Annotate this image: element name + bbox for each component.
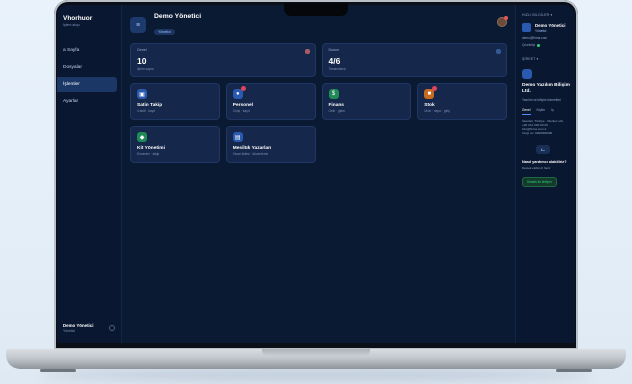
- people-icon: ●: [232, 86, 246, 99]
- stat-card[interactable]: Genel 10 İşlem sayısı: [130, 43, 316, 77]
- camera-notch: [284, 3, 348, 16]
- page-title: Demo Yönetici: [154, 12, 202, 20]
- stat-indicator-icon: [496, 49, 501, 54]
- online-status-icon: [537, 43, 541, 47]
- stat-value: 4/6: [328, 56, 341, 66]
- alert-badge: [432, 86, 438, 91]
- card-title: Personel: [232, 103, 254, 108]
- avatar: [522, 23, 531, 32]
- module-card-finans[interactable]: $ Finans Gelir · gider: [321, 83, 412, 120]
- card-sub: 3 kişi · kayıt: [232, 109, 250, 113]
- stat-label: Genel: [137, 48, 147, 52]
- email-text: demo@firma.com: [522, 36, 548, 40]
- laptop-foot: [40, 369, 76, 372]
- money-icon: $: [328, 89, 339, 99]
- laptop-shadow: [40, 370, 592, 380]
- laptop-foot: [556, 369, 592, 372]
- card-title: Mesilük Yazarları: [232, 146, 272, 151]
- card-sub: Yazar listesi · düzenleme: [232, 152, 269, 156]
- section-title[interactable]: HIZLI BİLGİLER ▾: [522, 13, 575, 17]
- alert-badge: [240, 86, 246, 91]
- user-role: Yönetici: [63, 329, 76, 333]
- sidebar: Vhorhuor İşlem akışı a Sayfa Dosyalar İş…: [57, 5, 122, 343]
- profile-status: Çevrimiçi: [522, 43, 575, 47]
- company-icon: [522, 69, 532, 79]
- stat-sub: İşlem sayısı: [137, 67, 154, 71]
- brand-name: Vhorhuor: [63, 15, 93, 22]
- notification-dot: [504, 16, 508, 20]
- sidebar-item-settings[interactable]: Ayarlar: [57, 94, 117, 109]
- app-screen: Vhorhuor İşlem akışı a Sayfa Dosyalar İş…: [57, 5, 575, 343]
- stat-value: 10: [137, 56, 147, 66]
- stats-row: Genel 10 İşlem sayısı Durum 4/6 Tamamlan…: [130, 43, 507, 77]
- module-card-stok[interactable]: ■ Stok Ürün · depo · giriş: [417, 83, 507, 120]
- profile-name: Demo Yönetici: [535, 23, 566, 28]
- book-icon: ▤: [232, 132, 243, 142]
- sidebar-nav: a Sayfa Dosyalar İşlemler Ayarlar: [57, 41, 121, 111]
- collapse-icon[interactable]: [109, 325, 115, 331]
- card-sub: Gelir · gider: [328, 109, 346, 113]
- card-title: Kit Yönetimi: [137, 146, 165, 151]
- menu-icon[interactable]: ≡: [130, 17, 146, 33]
- laptop-lip: [262, 349, 370, 356]
- profile-tag: Yönetici: [535, 29, 547, 33]
- tab-contacts[interactable]: Kişiler: [537, 108, 546, 115]
- brand-sub: İşlem akışı: [63, 23, 80, 27]
- card-title: Stok: [424, 103, 435, 108]
- card-sub: 4 aktif · kayıt: [137, 109, 156, 113]
- sidebar-item-home[interactable]: a Sayfa: [57, 43, 117, 58]
- brand: Vhorhuor İşlem akışı: [57, 5, 121, 27]
- sidebar-item-files[interactable]: Dosyalar: [57, 60, 117, 75]
- sidebar-user[interactable]: Demo Yönetici Yönetici: [57, 323, 121, 343]
- support-button[interactable]: Destek ile iletişim: [522, 177, 557, 187]
- tab-work[interactable]: İş: [551, 108, 553, 115]
- sidebar-item-processes[interactable]: İşlemler: [57, 77, 117, 92]
- role-badge: Yönetici: [154, 28, 175, 35]
- stat-label: Durum: [328, 48, 340, 52]
- help-sub: Destek ekibimiz hazır: [522, 166, 551, 170]
- stat-sub: Tamamlandı: [328, 67, 346, 71]
- tab-general[interactable]: Genel: [522, 108, 531, 115]
- company-tabs: Genel Kişiler İş: [522, 108, 575, 115]
- module-grid: ▣ Satin Takip 4 aktif · kayıt ● Personel…: [130, 83, 507, 163]
- main-content: ≡ Demo Yönetici Yönetici Genel 10 İşlem …: [122, 5, 515, 343]
- cart-icon: ▣: [137, 89, 147, 99]
- topbar: ≡ Demo Yönetici Yönetici: [130, 13, 507, 37]
- card-sub: Envanter · takip: [137, 152, 160, 156]
- cat-mascot-icon: ᓚ: [536, 145, 550, 154]
- stat-indicator-icon: [304, 49, 310, 54]
- profile-summary: Demo Yönetici Yönetici: [522, 23, 575, 33]
- company-info: İstanbul, Türkiye · Merkez ofis +90 212 …: [522, 119, 575, 135]
- company-desc: Yazılım ve bilişim hizmetleri: [522, 98, 561, 102]
- module-card-satin-takip[interactable]: ▣ Satin Takip 4 aktif · kayıt: [130, 83, 220, 120]
- module-card-yazarlar[interactable]: ▤ Mesilük Yazarları Yazar listesi · düze…: [225, 126, 316, 163]
- profile-email: demo@firma.com: [522, 36, 575, 40]
- notification-bell-icon[interactable]: [497, 16, 508, 27]
- card-title: Finans: [328, 103, 344, 108]
- module-card-personel[interactable]: ● Personel 3 kişi · kayıt: [225, 83, 316, 120]
- box-icon: ■: [424, 86, 438, 99]
- module-card-kit-yonetimi[interactable]: ◆ Kit Yönetimi Envanter · takip: [130, 126, 220, 163]
- right-panel: HIZLI BİLGİLER ▾ Demo Yönetici Yönetici …: [515, 5, 575, 343]
- section-title[interactable]: ŞİRKET ▾: [522, 57, 575, 61]
- card-sub: Ürün · depo · giriş: [424, 109, 450, 113]
- user-name: Demo Yönetici: [63, 323, 94, 328]
- company-name: Demo Yazılım Bilişim Ltd.: [522, 83, 570, 94]
- card-title: Satin Takip: [137, 103, 163, 108]
- info-tax: Vergi no: 0000000000: [522, 131, 553, 135]
- stat-card[interactable]: Durum 4/6 Tamamlandı: [321, 43, 507, 77]
- kit-icon: ◆: [137, 132, 147, 142]
- help-title: Nasıl yardımcı olabiliriz?: [522, 160, 567, 164]
- status-text: Çevrimiçi: [522, 43, 536, 47]
